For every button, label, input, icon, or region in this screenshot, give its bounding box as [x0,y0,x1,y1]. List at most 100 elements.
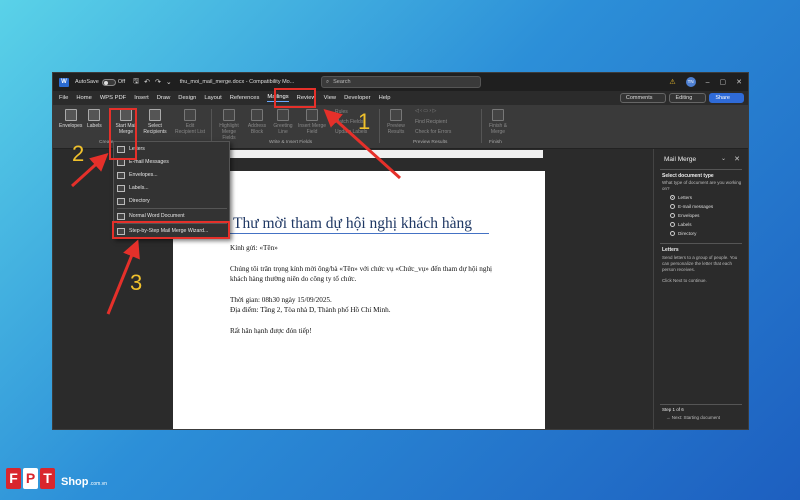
title-bar: W AutoSave Off 🖫 ↶ ↷ ⌄ thu_moi_mail_merg… [53,73,748,91]
tab-home[interactable]: Home [76,95,91,101]
step-number-3: 3 [130,270,143,295]
radio-envelopes[interactable]: Envelopes [670,213,699,218]
search-placeholder: Search [333,79,351,85]
edit-recipient-list-label: Edit Recipient List [175,123,206,135]
edit-recipient-list-button[interactable]: Edit Recipient List [175,109,205,135]
logo-letter-f: F [6,468,21,489]
more-icon[interactable]: ⌄ [166,78,172,86]
group-finish-label: Finish [489,140,502,145]
undo-icon[interactable]: ↶ [144,78,150,86]
envelopes-button[interactable]: Envelopes [59,109,82,129]
radio-labels[interactable]: Labels [670,222,692,227]
radio-email[interactable]: E-mail messages [670,204,713,209]
radio-directory[interactable]: Directory [670,231,696,236]
logo-letter-t: T [40,468,55,489]
preview-results-button[interactable]: Preview Results [383,109,409,135]
next-step-link[interactable]: → Next: Starting document [666,415,746,421]
record-navigation[interactable]: ◁ ‹ ▭ › ▷ [415,108,436,114]
warning-icon[interactable]: ⚠ [669,78,675,86]
tab-wps-pdf[interactable]: WPS PDF [100,95,126,101]
labels-icon [88,109,101,121]
document-greeting: Kính gửi: «Tên» [230,244,278,252]
rules-label: Rules [335,109,348,115]
tab-help[interactable]: Help [379,95,391,101]
close-icon[interactable]: ✕ [736,78,742,86]
step-number-1: 1 [358,109,371,134]
menu-item-label: Normal Word Document [129,213,185,219]
group-preview-label: Preview Results [413,140,448,145]
greeting-line-label: Greeting Line [273,123,293,135]
share-label: Share [715,95,730,101]
document-location: Địa điểm: Tầng 2, Tòa nhà D, Thành phố H… [230,306,391,314]
tab-design[interactable]: Design [178,95,196,101]
greeting-line-button[interactable]: Greeting Line [271,109,295,135]
next-hint: Click Next to continue. [662,278,707,283]
edit-list-icon [184,109,196,121]
envelope-icon [64,109,77,121]
maximize-icon[interactable]: ▢ [720,78,727,86]
rules-button[interactable]: Rules [335,109,348,115]
divider [660,404,742,405]
tab-insert[interactable]: Insert [134,95,149,101]
title-underline [229,233,489,234]
highlight-box-wizard [112,221,230,239]
autosave-label: AutoSave [75,79,99,85]
redo-icon[interactable]: ↷ [155,78,161,86]
envelopes-label: Envelopes [59,123,83,129]
find-recipient-button[interactable]: Find Recipient [415,119,447,125]
toggle-icon [101,78,116,86]
autosave-toggle[interactable]: AutoSave Off [75,78,125,86]
tab-developer[interactable]: Developer [344,95,370,101]
menu-item-label: Labels... [129,185,149,191]
minimize-icon[interactable]: – [706,79,710,86]
share-button[interactable]: Share [709,93,744,103]
radio-icon [670,231,675,236]
radio-label: Directory [678,231,697,236]
radio-label: E-mail messages [678,204,714,209]
radio-letters[interactable]: Letters [670,195,692,200]
menu-item-directory[interactable]: Directory [117,195,227,207]
comments-label: Comments [625,95,653,101]
tab-references[interactable]: References [230,95,260,101]
fpt-shop-logo: F P T Shop .com.vn [6,468,107,489]
highlight-icon [223,109,235,121]
preview-icon [390,109,402,121]
check-errors-label: Check for Errors [415,129,452,135]
step-indicator: Step 1 of 6 [662,407,684,412]
labels-label: Labels [87,123,102,129]
close-icon[interactable]: ✕ [734,155,740,163]
word-window: W AutoSave Off 🖫 ↶ ↷ ⌄ thu_moi_mail_merg… [52,72,749,430]
logo-shop-text: Shop [61,475,89,488]
address-block-button[interactable]: Address Block [245,109,269,135]
check-errors-button[interactable]: Check for Errors [415,129,451,135]
chevron-down-icon[interactable]: ⌄ [721,155,726,162]
tab-layout[interactable]: Layout [204,95,221,101]
finish-icon [492,109,504,121]
save-icon[interactable]: 🖫 [133,77,139,88]
recipients-icon [149,109,161,121]
highlight-merge-fields-button[interactable]: Highlight Merge Fields [215,109,243,141]
radio-icon [670,195,675,200]
finish-merge-button[interactable]: Finish & Merge [485,109,511,135]
avatar[interactable]: TN [685,77,696,87]
highlight-merge-fields-label: Highlight Merge Fields [219,123,239,141]
finish-merge-label: Finish & Merge [488,123,508,135]
tab-file[interactable]: File [59,95,68,101]
divider [379,109,380,143]
menu-item-label: Directory [129,198,150,204]
comments-button[interactable]: Comments [619,93,667,103]
tab-draw[interactable]: Draw [157,95,171,101]
select-recipients-button[interactable]: Select Recipients [142,109,168,135]
radio-icon [670,213,675,218]
insert-merge-field-button[interactable]: Insert Merge Field [297,109,327,135]
tab-view[interactable]: View [324,95,336,101]
labels-button[interactable]: Labels [87,109,102,129]
insert-merge-field-label: Insert Merge Field [297,123,327,135]
menu-item-envelopes[interactable]: Envelopes... [117,169,227,181]
menu-bar: File Home WPS PDF Insert Draw Design Lay… [53,91,748,105]
search-input[interactable]: ⌕ Search [321,76,481,88]
step-number-2: 2 [72,141,85,166]
menu-item-labels[interactable]: Labels... [117,182,227,194]
directory-icon [117,197,125,205]
editing-button[interactable]: Editing [669,93,707,103]
